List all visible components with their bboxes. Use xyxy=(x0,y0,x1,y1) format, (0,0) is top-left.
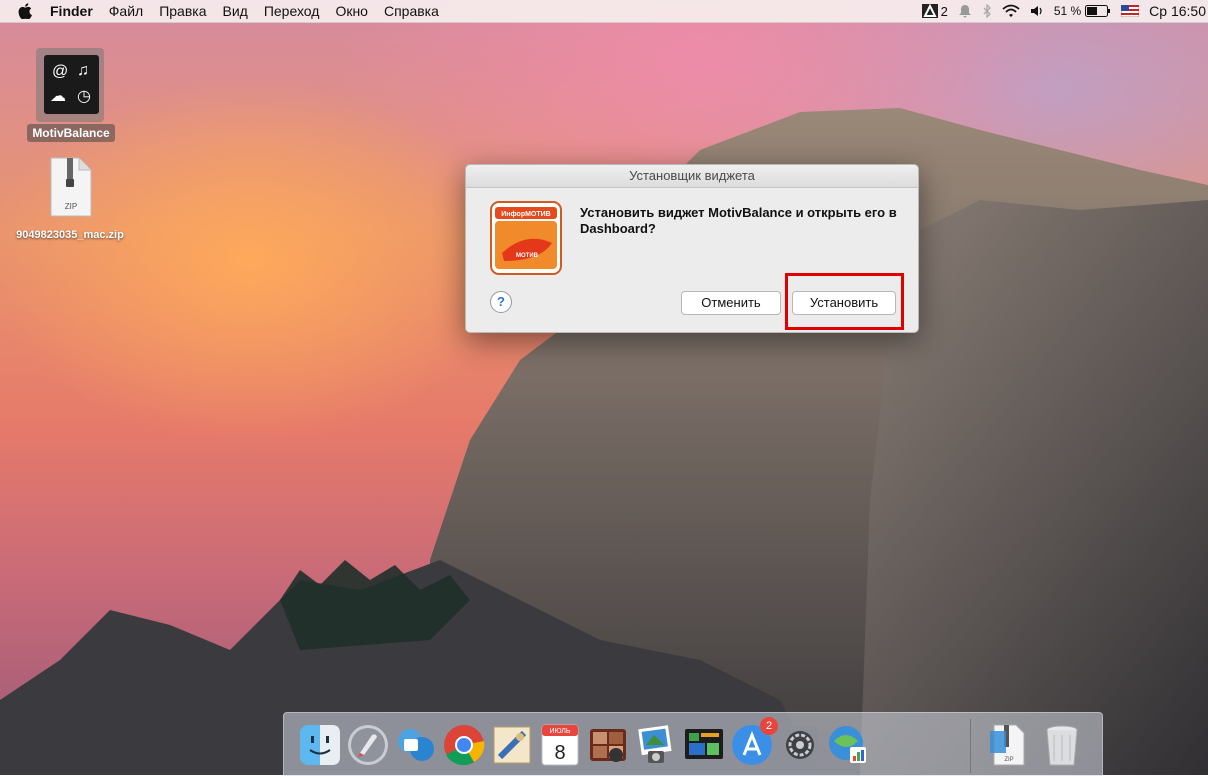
logo-text-top: ИнфорМОТИВ xyxy=(501,211,550,218)
help-button[interactable]: ? xyxy=(490,291,512,313)
adobe-creative-cloud-icon[interactable]: 2 xyxy=(921,3,948,19)
dialog-title: Установщик виджета xyxy=(466,165,918,188)
battery-icon[interactable] xyxy=(1085,5,1111,17)
apple-menu-icon[interactable] xyxy=(18,3,32,19)
calendar-day: 8 xyxy=(554,742,565,764)
chrome-icon[interactable] xyxy=(442,723,486,767)
stock-monitor-icon[interactable] xyxy=(682,723,726,767)
mail-icon[interactable] xyxy=(490,723,534,767)
dock-zip-file-icon[interactable]: ZIP xyxy=(986,723,1030,767)
menu-file[interactable]: Файл xyxy=(109,0,143,22)
iphoto-icon[interactable] xyxy=(634,723,678,767)
dock: ИЮЛЬ 8 2 ZIP xyxy=(283,712,1103,776)
status-area: 2 51 % Ср 16:50 xyxy=(912,0,1208,22)
adobe-count: 2 xyxy=(940,3,948,19)
calendar-month: ИЮЛЬ xyxy=(550,728,571,735)
music-note-icon: ♫ xyxy=(77,62,89,79)
app-store-badge: 2 xyxy=(760,717,778,735)
zip-badge-text: ZIP xyxy=(65,202,77,211)
zip-file-label[interactable]: 9049823035_mac.zip xyxy=(10,228,130,242)
clock[interactable]: Ср 16:50 xyxy=(1149,3,1206,19)
logo-text-bottom: МОТИВ xyxy=(516,253,539,259)
communicator-app-icon[interactable] xyxy=(394,723,438,767)
zip-file-icon[interactable]: ZIP xyxy=(49,157,93,217)
clock-icon: ◷ xyxy=(77,88,91,105)
bluetooth-icon[interactable] xyxy=(982,4,992,18)
volume-icon[interactable] xyxy=(1030,4,1044,18)
app-store-icon[interactable]: 2 xyxy=(730,717,778,767)
wifi-icon[interactable] xyxy=(1002,4,1020,18)
motivbalance-widget-icon[interactable]: @ ♫ ☁ ◷ xyxy=(44,55,99,114)
input-source-flag-icon[interactable] xyxy=(1121,5,1140,17)
menu-help[interactable]: Справка xyxy=(384,0,439,22)
install-button-highlight xyxy=(785,273,904,330)
calendar-icon[interactable]: ИЮЛЬ 8 xyxy=(538,723,582,767)
notification-bell-icon[interactable] xyxy=(958,4,972,18)
dock-zip-badge: ZIP xyxy=(1004,757,1013,763)
trash-icon[interactable] xyxy=(1040,723,1084,767)
finder-icon[interactable] xyxy=(298,723,342,767)
dialog-message: Установить виджет MotivBalance и открыть… xyxy=(580,205,897,236)
motiv-app-logo-icon: ИнфорМОТИВ МОТИВ xyxy=(490,201,562,275)
at-symbol-icon: @ xyxy=(52,63,69,80)
menu-go[interactable]: Переход xyxy=(264,0,320,22)
network-stats-icon[interactable] xyxy=(826,723,870,767)
mountain-landscape xyxy=(0,108,1208,775)
dock-separator xyxy=(970,719,971,773)
photo-booth-icon[interactable] xyxy=(586,723,630,767)
menu-window[interactable]: Окно xyxy=(335,0,368,22)
cloud-icon: ☁ xyxy=(50,88,66,105)
battery-percentage[interactable]: 51 % xyxy=(1054,4,1081,18)
cancel-button[interactable]: Отменить xyxy=(681,291,781,315)
menu-view[interactable]: Вид xyxy=(223,0,248,22)
launchpad-icon[interactable] xyxy=(346,723,390,767)
motivbalance-widget-label[interactable]: MotivBalance xyxy=(27,124,115,142)
menu-bar: Finder Файл Правка Вид Переход Окно Спра… xyxy=(0,0,1208,23)
system-preferences-icon[interactable] xyxy=(778,723,822,767)
menu-edit[interactable]: Правка xyxy=(159,0,206,22)
menu-finder[interactable]: Finder xyxy=(50,0,93,22)
